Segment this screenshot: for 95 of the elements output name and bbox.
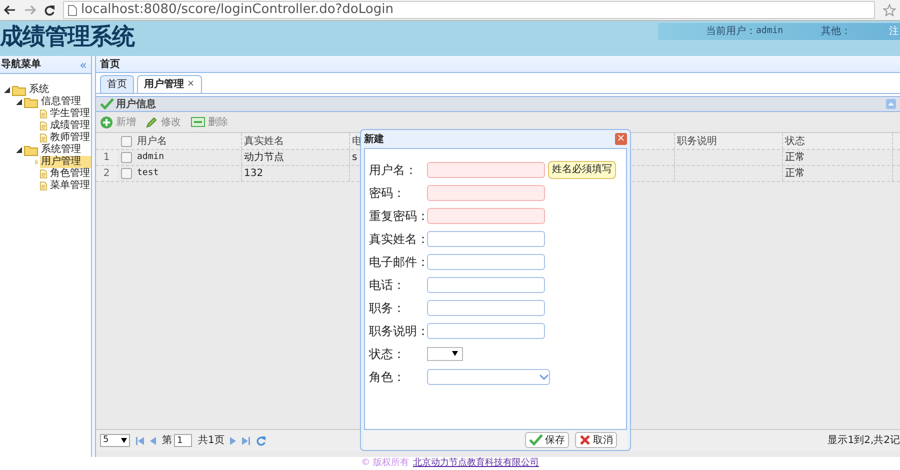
dropdown-arrow-icon xyxy=(121,438,127,443)
panel-title: 用户信息 xyxy=(116,97,156,112)
refresh-icon[interactable] xyxy=(256,436,266,446)
text-field[interactable] xyxy=(427,162,545,178)
column-header[interactable]: 用户名 xyxy=(135,134,169,148)
chevron-down-icon xyxy=(539,372,549,380)
expand-triangle-icon[interactable] xyxy=(16,99,22,105)
previous-page-icon[interactable] xyxy=(150,436,156,444)
field-label: 职务说明： xyxy=(369,322,427,340)
last-page-icon[interactable] xyxy=(242,436,250,444)
text-field[interactable] xyxy=(427,276,545,292)
field-label: 角色： xyxy=(369,368,406,386)
table-cell-text: 正常 xyxy=(784,150,806,165)
table-cell-text: s xyxy=(351,151,358,165)
close-icon[interactable]: × xyxy=(187,78,195,92)
table-cell-text: 动力节点 xyxy=(243,150,285,165)
tree-item[interactable]: 菜单管理 xyxy=(49,180,91,192)
page-icon xyxy=(68,4,77,16)
url-text: localhost:8080/score/loginController.do?doLogin xyxy=(81,1,394,20)
tree-item[interactable]: 系统管理 xyxy=(40,144,82,156)
field-label: 密码： xyxy=(369,184,406,202)
cross-icon xyxy=(579,434,591,446)
tree-item[interactable]: 系统 xyxy=(28,84,50,96)
select-field[interactable] xyxy=(427,346,463,360)
copyright-text: © 版权所有 xyxy=(361,456,409,470)
table-cell-text: 正常 xyxy=(784,166,806,181)
page-label: 第 xyxy=(162,434,172,448)
tab[interactable]: 用户管理 × xyxy=(137,75,202,93)
tree-item[interactable]: 角色管理 xyxy=(49,168,91,180)
sidebar-title: 导航菜单 xyxy=(1,57,41,72)
page-total: 共1页 xyxy=(198,434,224,448)
field-label: 电子邮件： xyxy=(369,254,427,270)
check-icon xyxy=(100,98,114,110)
text-field[interactable] xyxy=(427,300,545,316)
page-number-field[interactable]: 1 xyxy=(174,434,192,447)
back-icon[interactable] xyxy=(4,5,16,15)
row-number: 1 xyxy=(96,150,117,165)
column-header[interactable]: 状态 xyxy=(783,134,807,148)
address-bar[interactable]: localhost:8080/score/loginController.do?doLogin xyxy=(63,1,875,19)
folder-icon xyxy=(24,144,38,156)
page-size-select[interactable]: 5 xyxy=(100,434,130,447)
minus-icon xyxy=(191,117,205,127)
field-label: 真实姓名： xyxy=(369,230,427,248)
collapse-icon[interactable] xyxy=(886,99,896,109)
app-title: 成绩管理系统 xyxy=(0,23,135,52)
dialog-button[interactable]: 保存 xyxy=(525,432,569,448)
close-button[interactable]: × xyxy=(615,133,627,145)
header-checkbox[interactable] xyxy=(120,136,132,146)
breadcrumb: 首页 xyxy=(100,58,120,72)
text-field[interactable] xyxy=(427,254,545,270)
dialog-button[interactable]: 取消 xyxy=(575,432,617,448)
row-checkbox[interactable] xyxy=(120,152,132,163)
current-user-label: 当前用户： xyxy=(706,24,756,39)
next-page-icon[interactable] xyxy=(230,436,236,444)
table-cell-text: admin xyxy=(136,150,166,164)
text-field[interactable] xyxy=(427,184,545,200)
field-label: 用户名： xyxy=(369,162,418,178)
row-checkbox[interactable] xyxy=(120,168,132,179)
check-icon xyxy=(529,434,543,446)
text-field[interactable] xyxy=(427,208,545,224)
table-cell-text: 132 xyxy=(243,167,264,181)
validation-tooltip: 姓名必须填写 xyxy=(548,160,616,178)
row-number: 2 xyxy=(96,166,117,181)
folder-icon xyxy=(24,96,38,108)
combo-field[interactable] xyxy=(427,368,550,384)
company-link[interactable]: 北京动力节点教育科技有限公司 xyxy=(412,456,539,470)
folder-icon xyxy=(12,84,26,96)
table-cell-text: test xyxy=(136,166,160,180)
tree-item[interactable]: 学生管理 xyxy=(49,108,91,120)
expand-triangle-icon[interactable] xyxy=(4,87,10,93)
tab[interactable]: 首页 xyxy=(100,75,134,93)
expand-triangle-icon[interactable] xyxy=(16,147,22,153)
other-label: 其他： xyxy=(821,24,852,39)
dialog-title: 新建 xyxy=(364,132,384,146)
field-label: 职务： xyxy=(369,300,406,316)
text-field[interactable] xyxy=(427,230,545,246)
pencil-icon xyxy=(146,116,158,128)
page-summary: 显示1到2,共2记 xyxy=(828,434,900,448)
dropdown-arrow-icon xyxy=(452,351,458,356)
text-field[interactable] xyxy=(427,322,545,338)
reload-icon[interactable] xyxy=(44,4,55,16)
tree-item[interactable]: 用户管理 xyxy=(40,156,91,168)
star-icon[interactable] xyxy=(883,4,896,16)
field-label: 状态： xyxy=(369,346,406,362)
tree-item[interactable]: 教师管理 xyxy=(49,132,91,144)
current-user: admin xyxy=(756,24,784,38)
column-header[interactable]: 真实姓名 xyxy=(242,134,286,148)
plus-icon xyxy=(100,116,113,128)
tree-item[interactable]: 成绩管理 xyxy=(49,120,91,132)
column-header[interactable]: 职务说明 xyxy=(675,134,719,148)
first-page-icon[interactable] xyxy=(136,436,144,444)
forward-icon[interactable] xyxy=(24,5,36,15)
field-label: 电话： xyxy=(369,276,406,294)
field-label: 重复密码： xyxy=(369,208,427,224)
tree-item[interactable]: 信息管理 xyxy=(40,96,82,108)
